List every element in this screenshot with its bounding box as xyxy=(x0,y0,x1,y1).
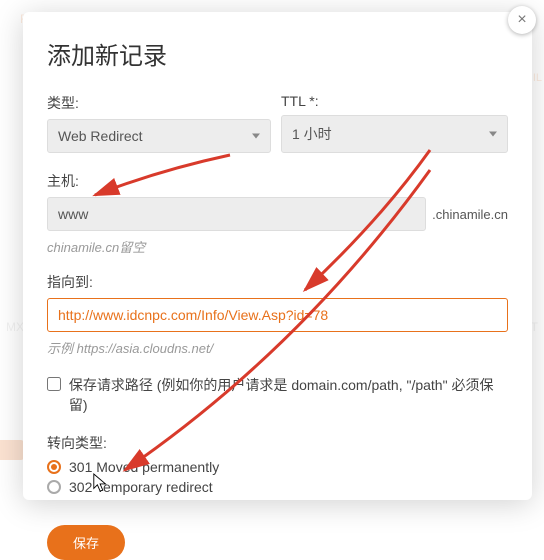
target-example: 示例 https://asia.cloudns.net/ xyxy=(47,338,508,357)
close-button[interactable]: × xyxy=(508,6,536,34)
type-value: Web Redirect xyxy=(58,128,143,144)
ttl-label: TTL *: xyxy=(281,93,508,109)
ttl-select[interactable]: 1 小时 xyxy=(281,115,508,153)
radio-302-label: 302 Temporary redirect xyxy=(69,479,213,495)
radio-301-label: 301 Moved permanently xyxy=(69,459,219,475)
radio-301[interactable] xyxy=(47,460,61,474)
ttl-value: 1 小时 xyxy=(292,126,332,142)
target-label: 指向到: xyxy=(47,272,508,292)
close-icon: × xyxy=(517,11,526,28)
keep-path-checkbox[interactable] xyxy=(47,377,61,391)
modal-title: 添加新记录 xyxy=(47,36,508,71)
add-record-modal: × 添加新记录 类型: Web Redirect TTL *: 1 小时 主机:… xyxy=(23,12,532,500)
radio-302[interactable] xyxy=(47,480,61,494)
save-button[interactable]: 保存 xyxy=(47,525,125,560)
radio-301-row[interactable]: 301 Moved permanently xyxy=(47,459,508,475)
host-suffix: .chinamile.cn xyxy=(432,207,508,222)
keep-path-label: 保存请求路径 (例如你的用户请求是 domain.com/path, "/pat… xyxy=(69,375,508,415)
host-hint: chinamile.cn留空 xyxy=(47,237,508,256)
host-label: 主机: xyxy=(47,171,508,191)
type-label: 类型: xyxy=(47,93,271,113)
host-input[interactable] xyxy=(47,197,426,231)
radio-302-row[interactable]: 302 Temporary redirect xyxy=(47,479,508,495)
type-select[interactable]: Web Redirect xyxy=(47,119,271,153)
redirect-type-label: 转向类型: xyxy=(47,433,508,453)
target-input[interactable] xyxy=(47,298,508,332)
